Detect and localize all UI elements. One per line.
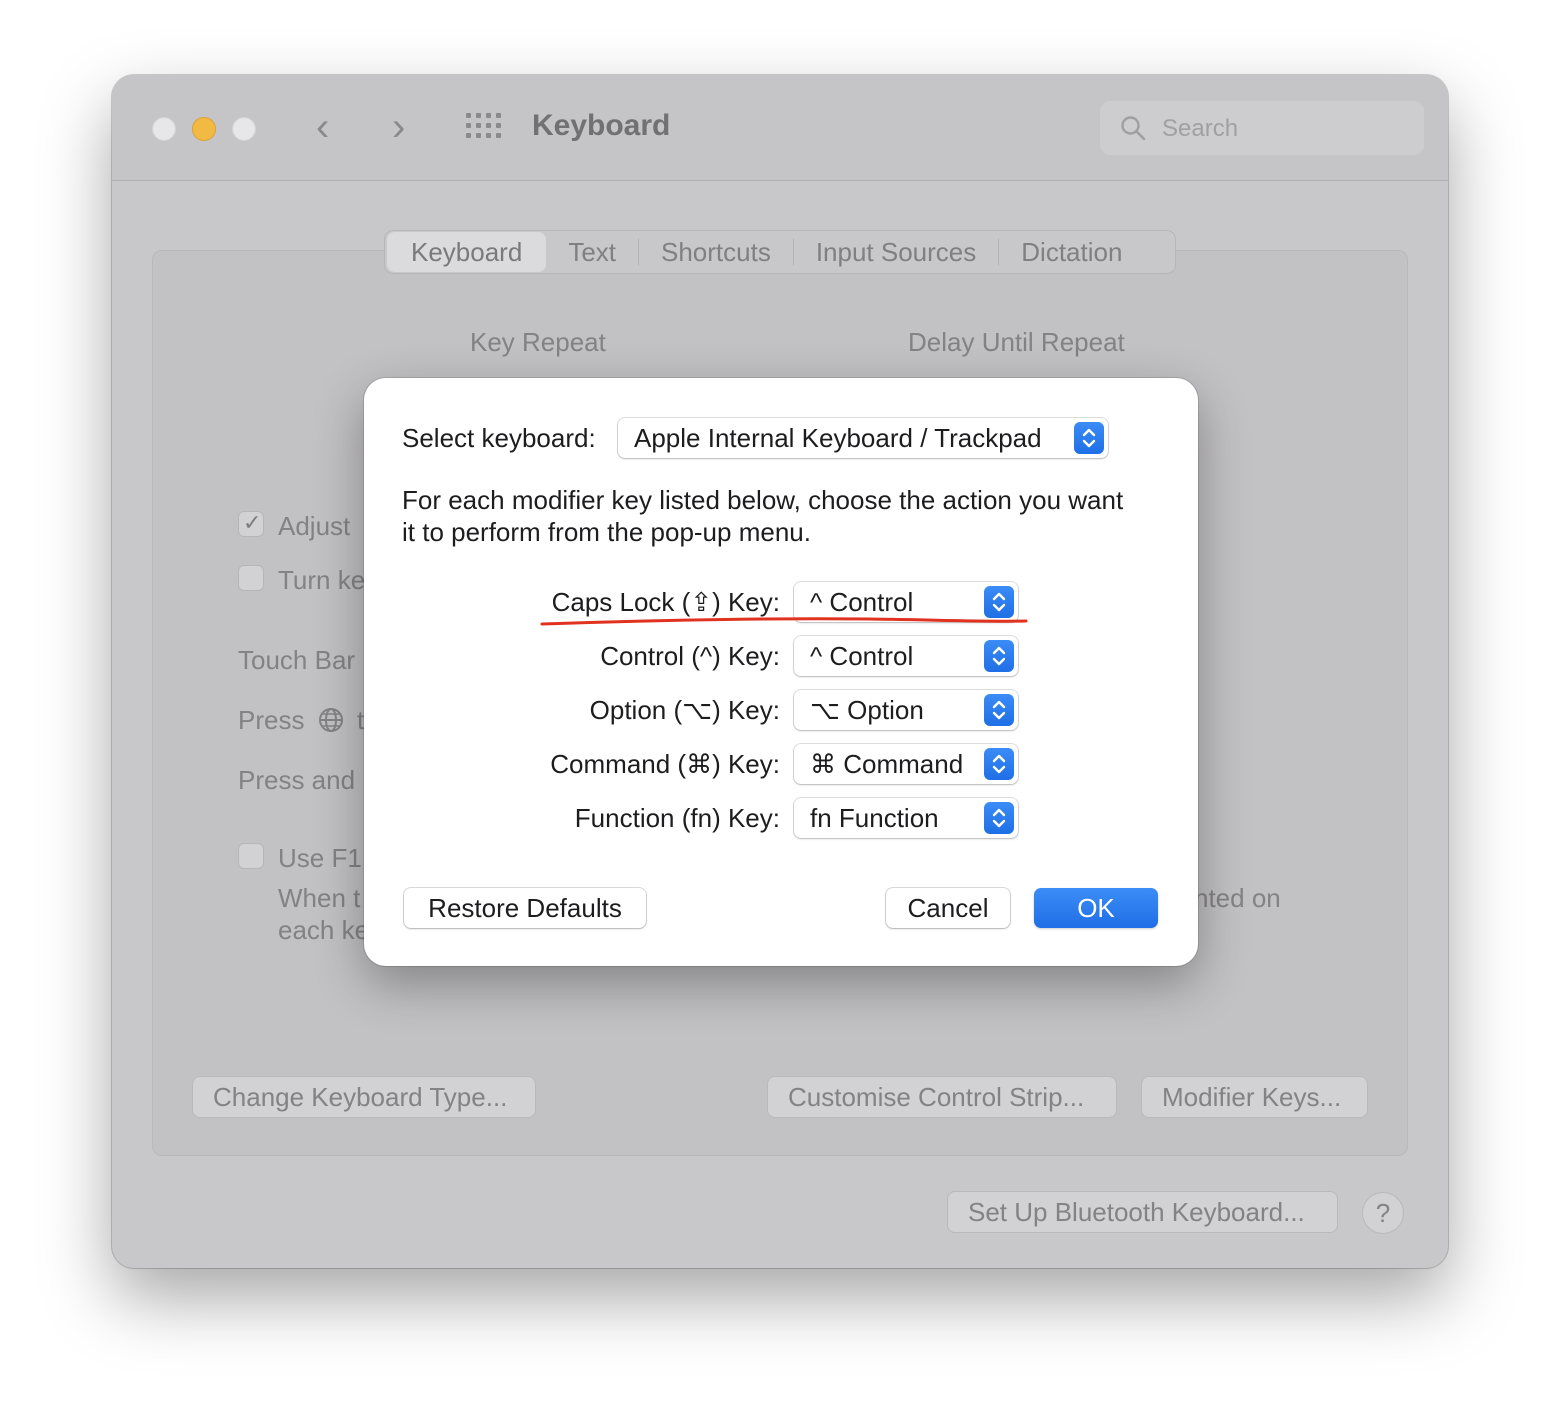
press-globe-label: Press t: [238, 705, 364, 736]
tab-input-sources[interactable]: Input Sources: [794, 232, 998, 272]
checkmark-icon: ✓: [243, 510, 262, 535]
option-key-popup[interactable]: ⌥ Option: [794, 690, 1018, 730]
control-key-popup[interactable]: ^ Control: [794, 636, 1018, 676]
turn-off-label: Turn ke: [278, 565, 366, 595]
modifier-description: For each modifier key listed below, choo…: [402, 485, 1124, 547]
tab-text[interactable]: Text: [546, 232, 638, 272]
use-f1-label: Use F1,: [278, 843, 370, 873]
tab-bar: Keyboard Text Shortcuts Input Sources Di…: [384, 230, 1176, 274]
tab-keyboard[interactable]: Keyboard: [387, 232, 547, 272]
back-chevron-icon[interactable]: ‹: [316, 105, 329, 149]
change-keyboard-type-button[interactable]: Change Keyboard Type...: [192, 1076, 536, 1118]
tab-dictation[interactable]: Dictation: [999, 232, 1144, 272]
modifier-keys-button[interactable]: Modifier Keys...: [1141, 1076, 1368, 1118]
modifier-keys-dialog: Select keyboard: Apple Internal Keyboard…: [364, 378, 1198, 966]
control-key-label: Control (^) Key:: [600, 641, 780, 671]
use-f1-keys-checkbox[interactable]: [238, 843, 264, 869]
function-key-label: Function (fn) Key:: [574, 803, 780, 833]
help-button[interactable]: ?: [1362, 1192, 1404, 1234]
delay-until-repeat-label: Delay Until Repeat: [908, 327, 1125, 357]
select-keyboard-value: Apple Internal Keyboard / Trackpad: [634, 423, 1042, 453]
red-underline-annotation: [540, 617, 1028, 626]
forward-chevron-icon[interactable]: ›: [392, 105, 405, 149]
turn-off-backlight-checkbox[interactable]: [238, 565, 264, 591]
when-label: When t: [278, 883, 361, 913]
select-keyboard-label: Select keyboard:: [402, 423, 596, 453]
popup-stepper-icon: [984, 802, 1014, 834]
option-key-label: Option (⌥) Key:: [589, 695, 780, 725]
popup-stepper-icon: [984, 694, 1014, 726]
ok-button[interactable]: OK: [1034, 888, 1158, 928]
globe-icon: [318, 708, 343, 732]
search-placeholder: Search: [1162, 115, 1239, 142]
tab-shortcuts[interactable]: Shortcuts: [639, 232, 793, 272]
command-key-popup[interactable]: ⌘ Command: [794, 744, 1018, 784]
popup-stepper-icon: [1074, 422, 1104, 454]
select-keyboard-popup[interactable]: Apple Internal Keyboard / Trackpad: [618, 418, 1108, 458]
press-globe-text: Press: [238, 705, 305, 735]
customise-control-strip-button[interactable]: Customise Control Strip...: [767, 1076, 1117, 1118]
each-key-label: each ke: [278, 915, 370, 945]
search-icon: [1121, 116, 1146, 141]
command-key-value: ⌘ Command: [810, 749, 964, 779]
zoom-window-button[interactable]: [232, 117, 256, 141]
show-all-grid-icon[interactable]: [466, 113, 502, 143]
key-repeat-label: Key Repeat: [470, 327, 606, 357]
option-key-value: ⌥ Option: [810, 695, 924, 725]
command-key-label: Command (⌘) Key:: [550, 749, 780, 779]
function-key-value: fn Function: [810, 803, 939, 833]
close-window-button[interactable]: [152, 117, 176, 141]
function-key-popup[interactable]: fn Function: [794, 798, 1018, 838]
restore-defaults-button[interactable]: Restore Defaults: [404, 888, 646, 928]
press-and-hold-label: Press and: [238, 765, 356, 795]
touch-bar-label: Touch Bar: [238, 645, 356, 675]
cancel-button[interactable]: Cancel: [886, 888, 1010, 928]
popup-stepper-icon: [984, 640, 1014, 672]
popup-stepper-icon: [984, 748, 1014, 780]
adjust-checkbox[interactable]: ✓: [238, 510, 264, 537]
title-bar: ‹ › Keyboard Search: [112, 75, 1448, 181]
adjust-label: Adjust: [278, 511, 351, 541]
search-field[interactable]: Search: [1100, 101, 1424, 155]
control-key-value: ^ Control: [810, 641, 914, 671]
minimize-window-button[interactable]: [192, 117, 216, 141]
set-up-bluetooth-keyboard-button[interactable]: Set Up Bluetooth Keyboard...: [947, 1191, 1338, 1233]
window-title: Keyboard: [532, 109, 671, 142]
printed-on-label: nted on: [1194, 883, 1281, 913]
